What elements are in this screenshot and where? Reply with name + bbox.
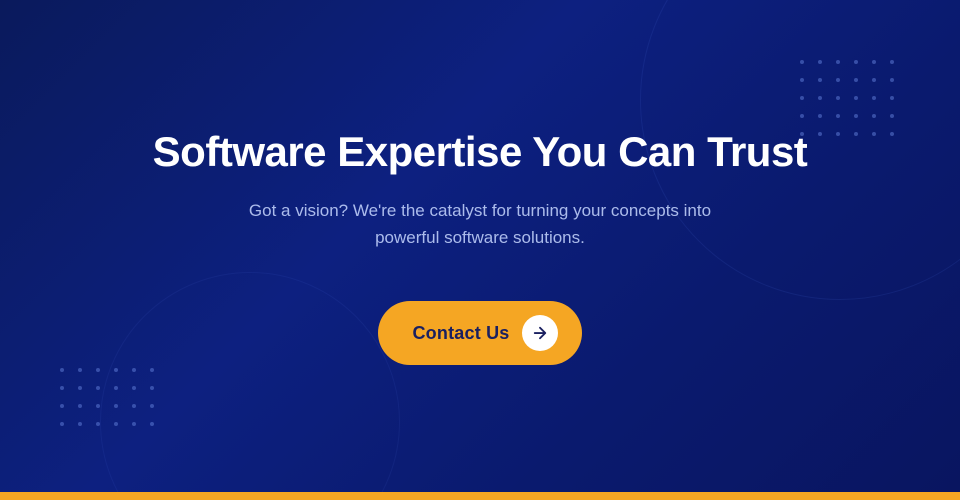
- dot: [78, 422, 82, 426]
- cta-button-label: Contact Us: [412, 323, 509, 344]
- hero-subtitle: Got a vision? We're the catalyst for tur…: [220, 197, 740, 251]
- arrow-right-icon: [531, 324, 549, 342]
- dot: [78, 368, 82, 372]
- dot: [60, 404, 64, 408]
- hero-content: Software Expertise You Can Trust Got a v…: [153, 127, 808, 366]
- dot: [96, 404, 100, 408]
- dot: [60, 386, 64, 390]
- dot: [78, 404, 82, 408]
- arrow-circle: [522, 315, 558, 351]
- dot: [78, 386, 82, 390]
- dot: [96, 368, 100, 372]
- dot: [60, 422, 64, 426]
- hero-section: Software Expertise You Can Trust Got a v…: [0, 0, 960, 492]
- page-wrapper: Software Expertise You Can Trust Got a v…: [0, 0, 960, 500]
- hero-title: Software Expertise You Can Trust: [153, 127, 808, 177]
- dot: [60, 368, 64, 372]
- dot: [96, 386, 100, 390]
- contact-us-button[interactable]: Contact Us: [378, 301, 581, 365]
- bottom-bar: [0, 492, 960, 500]
